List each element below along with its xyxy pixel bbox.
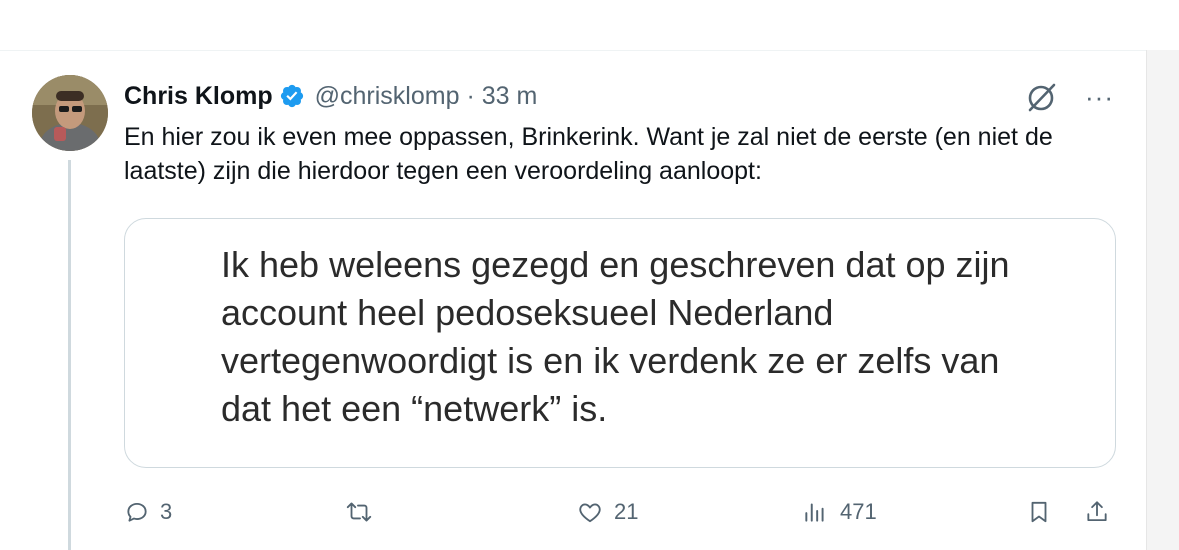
verified-badge-icon[interactable] bbox=[279, 83, 305, 109]
avatar[interactable] bbox=[32, 75, 108, 151]
tweet-time[interactable]: 33 m bbox=[482, 82, 538, 110]
bookmark-button[interactable] bbox=[1026, 492, 1052, 532]
share-icon bbox=[1087, 501, 1107, 522]
more-icon[interactable]: ··· bbox=[1085, 84, 1114, 110]
tweet-menu-area: ··· bbox=[1025, 80, 1114, 114]
author-name[interactable]: Chris Klomp bbox=[124, 82, 273, 111]
quoted-image-card[interactable]: Ik heb weleens gezegd en geschreven dat … bbox=[124, 218, 1116, 468]
action-bar: 3 21 471 bbox=[124, 492, 1120, 532]
reply-icon bbox=[127, 502, 147, 522]
separator-dot: · bbox=[466, 81, 475, 110]
repost-button[interactable] bbox=[344, 492, 384, 532]
views-button[interactable]: 471 bbox=[800, 492, 877, 532]
share-button[interactable] bbox=[1084, 492, 1110, 532]
grok-icon[interactable] bbox=[1025, 80, 1059, 114]
like-count: 21 bbox=[614, 499, 639, 524]
tweet-header: Chris Klomp @chrisklomp · 33 m bbox=[124, 78, 537, 114]
author-handle[interactable]: @chrisklomp bbox=[315, 82, 460, 110]
views-icon bbox=[805, 503, 824, 522]
avatar-image bbox=[32, 75, 108, 151]
tweet-text: En hier zou ik even mee oppassen, Brinke… bbox=[124, 123, 1053, 185]
like-icon bbox=[579, 503, 601, 523]
bookmark-icon bbox=[1031, 501, 1047, 523]
top-strip bbox=[0, 0, 1179, 50]
author-handle-line: @chrisklomp · 33 m bbox=[315, 82, 538, 111]
reply-count: 3 bbox=[160, 499, 173, 524]
quoted-image-text: Ik heb weleens gezegd en geschreven dat … bbox=[221, 244, 1010, 429]
repost-icon bbox=[346, 502, 372, 522]
reply-button[interactable]: 3 bbox=[124, 492, 172, 532]
views-count: 471 bbox=[840, 499, 877, 524]
like-button[interactable]: 21 bbox=[576, 492, 638, 532]
thread-line bbox=[68, 160, 71, 550]
right-edge bbox=[1146, 50, 1179, 550]
